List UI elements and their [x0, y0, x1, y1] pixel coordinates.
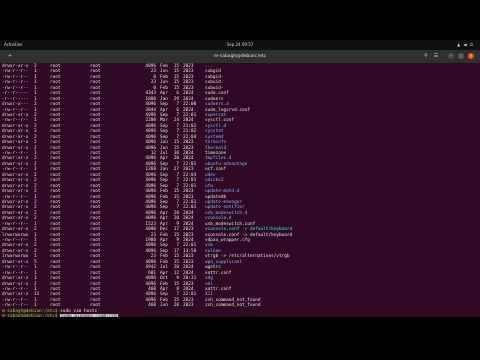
- system-tray-icons[interactable]: ▲ ◀ ⏻: [457, 42, 474, 47]
- maximize-icon[interactable]: □: [458, 53, 464, 59]
- shell-prompt: m-sabagh@debian:/etc$: [2, 308, 58, 314]
- command-line[interactable]: m-sabagh@debian:/etc$ sudo alonmov -com:…: [0, 314, 480, 317]
- search-icon[interactable]: ⚲: [422, 53, 430, 59]
- shell-prompt: m-sabagh@debian:/etc$: [2, 314, 58, 317]
- gnome-top-bar: Activities Sep 24 09:57 ▲ ◀ ⏻: [0, 40, 480, 50]
- terminal-output[interactable]: drwxr-xr-x 2 root root 4096 Feb 15 2023... -rw-r…: [0, 63, 480, 317]
- command-text: sudo vim hosts: [57, 308, 98, 314]
- autocomplete-suggestion: sudo alonmov -com://d: [60, 314, 118, 317]
- hamburger-menu-icon[interactable]: ☰: [432, 53, 440, 59]
- clock[interactable]: Sep 24 09:57: [0, 42, 480, 47]
- terminal-title-bar: + m-sabagh@debian:/etc ⚲ ☰ – □ ×: [0, 50, 480, 63]
- directory-listing: drwxr-xr-x 2 root root 4096 Feb 15 2023... -rw-r…: [0, 64, 480, 317]
- window-title: m-sabagh@debian:/etc: [213, 54, 267, 59]
- close-icon[interactable]: ×: [468, 53, 474, 59]
- window-controls: – □ ×: [448, 53, 474, 59]
- minimize-icon[interactable]: –: [448, 53, 454, 59]
